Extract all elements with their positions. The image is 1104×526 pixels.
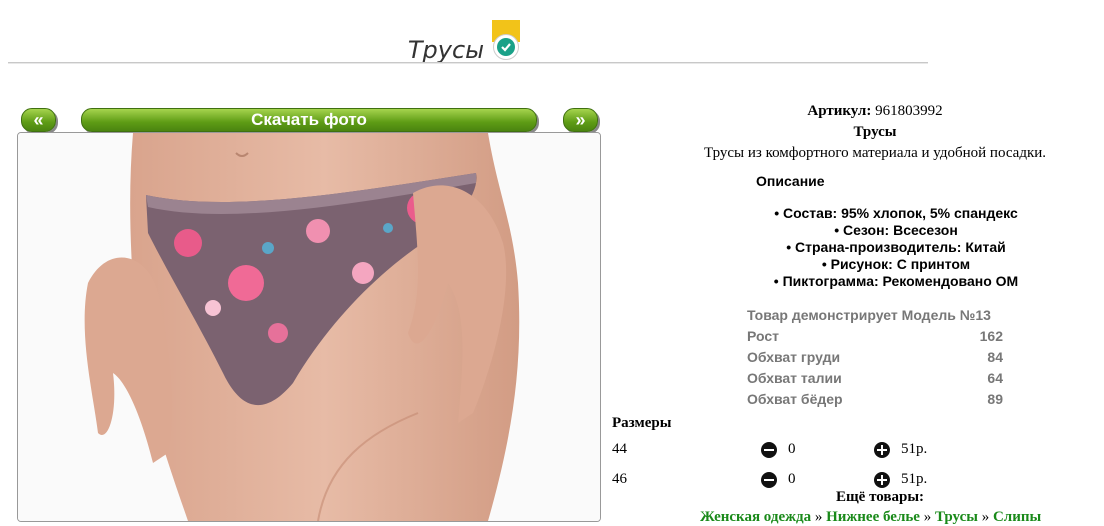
property-item: Сезон: Всесезон xyxy=(640,222,1104,239)
description-title: Описание xyxy=(756,173,825,189)
quantity-value: 0 xyxy=(788,441,796,457)
measurement-value: 84 xyxy=(987,349,1003,365)
measurement-row: Обхват бёдер 89 xyxy=(747,389,1003,410)
breadcrumb-link[interactable]: Трусы xyxy=(935,509,978,525)
quantity-value: 0 xyxy=(788,471,796,487)
measurement-label: Рост xyxy=(747,328,779,344)
property-item: Пиктограмма: Рекомендовано ОМ xyxy=(640,273,1104,290)
breadcrumb-separator: » xyxy=(923,509,932,525)
more-products-label: Ещё товары: xyxy=(836,489,925,505)
verified-badge-icon xyxy=(492,20,521,60)
property-item: Состав: 95% хлопок, 5% спандекс xyxy=(640,205,1104,222)
breadcrumb-link[interactable]: Нижнее белье xyxy=(826,509,920,525)
next-photo-button[interactable]: » xyxy=(563,108,598,132)
plus-icon[interactable] xyxy=(874,442,890,458)
model-measurements: Товар демонстрирует Модель №13 Рост 162 … xyxy=(747,305,1003,410)
plus-icon[interactable] xyxy=(874,472,890,488)
minus-icon[interactable] xyxy=(761,472,777,488)
page-title-block: Трусы xyxy=(0,20,928,70)
page-title: Трусы xyxy=(407,36,485,64)
price-value: 51р. xyxy=(901,471,928,487)
title-divider xyxy=(8,62,928,64)
sizes-label: Размеры xyxy=(612,415,672,431)
product-info: Артикул: 961803992 Трусы Трусы из комфор… xyxy=(640,101,1104,164)
size-value: 46 xyxy=(612,471,627,487)
measurement-value: 89 xyxy=(987,391,1003,407)
product-photo[interactable] xyxy=(17,132,601,522)
measurement-row: Рост 162 xyxy=(747,326,1003,347)
measurement-label: Обхват бёдер xyxy=(747,391,843,407)
breadcrumb-separator: » xyxy=(814,509,823,525)
property-list: Состав: 95% хлопок, 5% спандекс Сезон: В… xyxy=(640,205,1104,290)
measurement-row: Обхват талии 64 xyxy=(747,368,1003,389)
breadcrumb-link[interactable]: Женская одежда xyxy=(700,509,811,525)
minus-icon[interactable] xyxy=(761,442,777,458)
article-row: Артикул: 961803992 xyxy=(640,101,1104,122)
breadcrumb-separator: » xyxy=(981,509,990,525)
measurement-label: Обхват груди xyxy=(747,349,841,365)
measurement-value: 162 xyxy=(979,328,1003,344)
model-title: Товар демонстрирует Модель №13 xyxy=(747,307,991,323)
previous-photo-button[interactable]: « xyxy=(21,108,56,132)
product-photo-image xyxy=(18,133,600,521)
measurement-row: Обхват груди 84 xyxy=(747,347,1003,368)
property-item: Страна-производитель: Китай xyxy=(640,239,1104,256)
product-name: Трусы xyxy=(853,124,897,140)
size-row: 46 0 51р. xyxy=(612,471,942,491)
price-value: 51р. xyxy=(901,441,928,457)
property-item: Рисунок: С принтом xyxy=(640,256,1104,273)
breadcrumb-link[interactable]: Слипы xyxy=(993,509,1041,525)
category-breadcrumb: Женская одежда » Нижнее белье » Трусы » … xyxy=(700,509,1041,526)
article-label: Артикул: xyxy=(807,103,872,119)
size-value: 44 xyxy=(612,441,627,457)
article-value: 961803992 xyxy=(875,103,943,119)
measurement-value: 64 xyxy=(987,370,1003,386)
download-photo-button[interactable]: Скачать фото xyxy=(81,108,537,132)
measurement-label: Обхват талии xyxy=(747,370,842,386)
product-short-description: Трусы из комфортного материала и удобной… xyxy=(703,145,1047,161)
size-row: 44 0 51р. xyxy=(612,441,942,461)
